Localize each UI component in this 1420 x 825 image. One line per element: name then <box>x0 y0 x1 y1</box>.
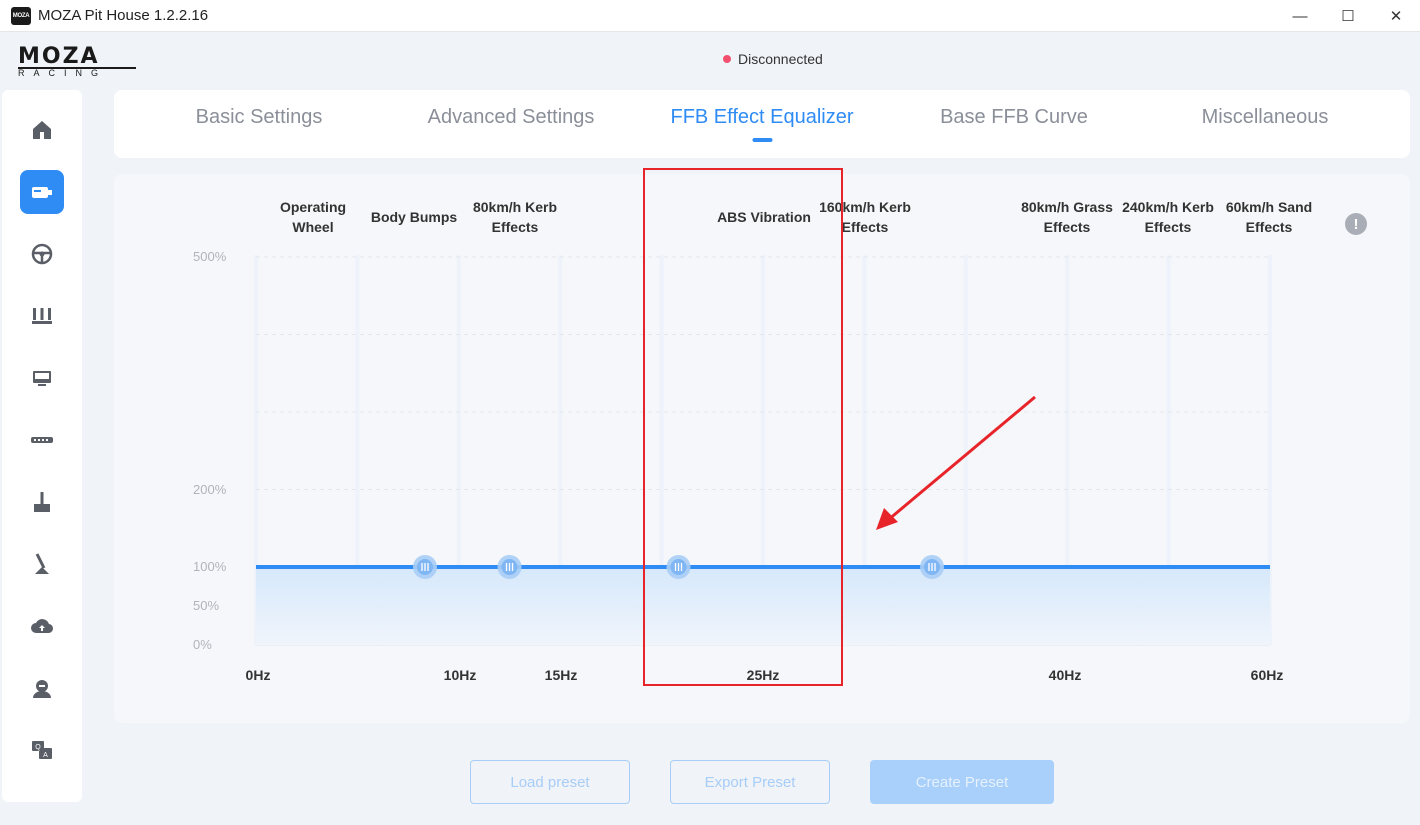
app-header: MOZA RACING Disconnected <box>0 33 1420 85</box>
tab-base-ffb-curve[interactable]: Base FFB Curve <box>940 106 1088 129</box>
sidebar-item-pedals[interactable] <box>20 294 64 338</box>
window-title: MOZA Pit House 1.2.2.16 <box>38 7 209 24</box>
sidebar-item-steering-wheel[interactable] <box>20 232 64 276</box>
tab-basic-settings[interactable]: Basic Settings <box>196 106 323 129</box>
logo-main-text: MOZA <box>18 44 100 69</box>
info-icon[interactable]: ! <box>1345 213 1367 235</box>
band-label-operating-wheel: Operating Wheel <box>279 199 347 235</box>
sidebar-item-wheelbase[interactable] <box>20 170 64 214</box>
eq-handle-40hz[interactable] <box>920 555 944 579</box>
home-icon <box>33 121 51 139</box>
band-label-80kmh-grass: 80km/h Grass Effects <box>1021 199 1113 235</box>
x-tick-0hz: 0Hz <box>245 667 271 683</box>
tab-advanced-settings[interactable]: Advanced Settings <box>428 106 595 129</box>
svg-text:Q: Q <box>35 744 41 751</box>
sidebar-item-help[interactable]: QA <box>20 728 64 772</box>
joystick-icon <box>34 492 50 512</box>
cloud-upload-icon <box>31 619 54 634</box>
y-tick-100: 100% <box>193 559 227 574</box>
user-icon <box>33 680 51 698</box>
sidebar-item-dashboard[interactable] <box>20 356 64 400</box>
sidebar-item-joystick[interactable] <box>20 480 64 524</box>
close-button[interactable]: ✕ <box>1372 0 1420 32</box>
band-label-body-bumps: Body Bumps <box>370 209 458 225</box>
create-preset-button[interactable]: Create Preset <box>870 760 1054 804</box>
svg-text:A: A <box>43 752 48 759</box>
band-label-60kmh-sand: 60km/h Sand Effects <box>1225 199 1313 235</box>
title-bar: MOZA MOZA Pit House 1.2.2.16 — ☐ ✕ <box>0 0 1420 32</box>
logo-underline <box>18 67 136 69</box>
qa-help-icon: QA <box>32 741 52 759</box>
sidebar-item-handbrake-bar[interactable] <box>20 418 64 462</box>
export-preset-button[interactable]: Export Preset <box>670 760 830 804</box>
handbrake-bar-icon <box>31 437 53 443</box>
x-tick-15hz: 15Hz <box>544 667 578 683</box>
y-tick-50: 50% <box>193 598 220 613</box>
settings-tabs: Basic Settings Advanced Settings FFB Eff… <box>114 90 1410 158</box>
status-dot-icon <box>723 55 731 63</box>
tab-miscellaneous[interactable]: Miscellaneous <box>1202 106 1329 129</box>
window-controls: — ☐ ✕ <box>1276 0 1420 32</box>
sidebar: QA <box>2 90 82 802</box>
y-tick-0: 0% <box>193 637 212 652</box>
sidebar-item-cloud[interactable] <box>20 604 64 648</box>
status-text: Disconnected <box>738 51 823 67</box>
eq-handle-10hz[interactable] <box>413 555 437 579</box>
shifter-icon <box>35 553 49 574</box>
steering-wheel-icon <box>31 243 53 265</box>
eq-handle-15hz[interactable] <box>497 555 522 579</box>
x-tick-60hz: 60Hz <box>1250 667 1284 683</box>
app-icon: MOZA <box>11 6 31 25</box>
tab-ffb-effect-equalizer[interactable]: FFB Effect Equalizer <box>670 106 854 142</box>
tab-label: FFB Effect Equalizer <box>670 106 854 128</box>
sidebar-item-user[interactable] <box>20 666 64 710</box>
band-label-240kmh-kerb: 240km/h Kerb Effects <box>1122 199 1214 235</box>
minimize-button[interactable]: — <box>1276 0 1324 32</box>
dashboard-icon <box>33 371 51 386</box>
y-tick-500: 500% <box>193 249 227 264</box>
x-tick-40hz: 40Hz <box>1048 667 1082 683</box>
annotation-highlight-box <box>643 168 843 686</box>
band-label-80kmh-kerb: 80km/h Kerb Effects <box>472 199 558 235</box>
logo-sub-text: RACING <box>18 68 108 78</box>
load-preset-button[interactable]: Load preset <box>470 760 630 804</box>
connection-status: Disconnected <box>723 51 823 67</box>
wheelbase-icon <box>32 187 52 198</box>
moza-racing-logo: MOZA RACING <box>18 44 136 78</box>
sidebar-item-shifter[interactable] <box>20 542 64 586</box>
maximize-button[interactable]: ☐ <box>1324 0 1372 32</box>
active-tab-indicator <box>751 138 772 142</box>
sidebar-item-home[interactable] <box>20 108 64 152</box>
x-tick-10hz: 10Hz <box>443 667 477 683</box>
pedals-icon <box>32 308 52 324</box>
y-tick-200: 200% <box>193 482 227 497</box>
